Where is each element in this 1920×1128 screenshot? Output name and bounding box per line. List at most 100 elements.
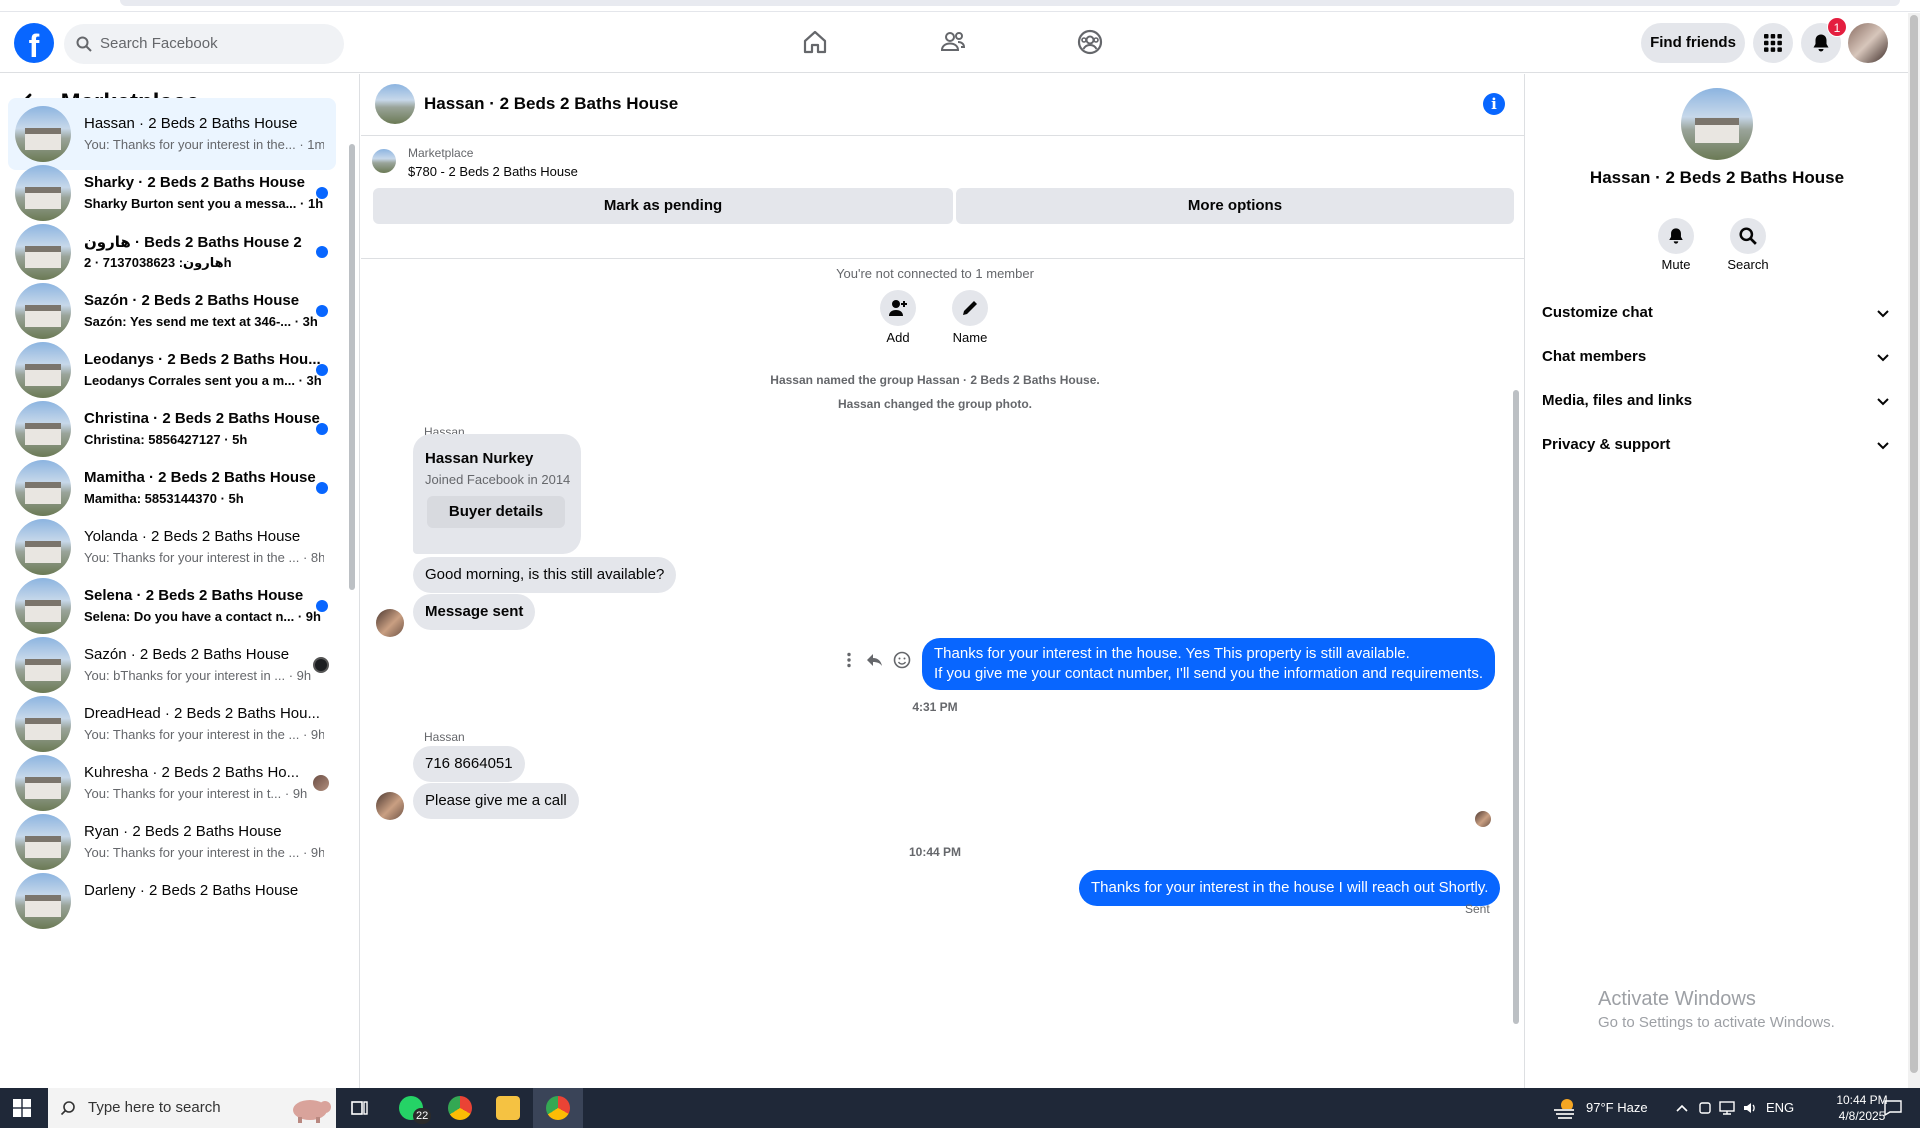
language-indicator[interactable]: ENG — [1766, 1088, 1794, 1128]
chat-list-scrollbar-thumb[interactable] — [349, 144, 355, 590]
edit-name-button[interactable] — [952, 290, 988, 326]
conversation-avatar — [15, 342, 71, 398]
system-message: Hassan named the group Hassan · 2 Beds 2… — [770, 373, 1100, 387]
page-scrollbar-thumb[interactable] — [1910, 15, 1918, 1073]
incoming-message[interactable]: Good morning, is this still available? — [413, 557, 677, 593]
volume-icon[interactable] — [1742, 1100, 1758, 1116]
address-bar-edge — [120, 0, 1900, 6]
friends-icon[interactable] — [939, 28, 967, 56]
taskbar-search-placeholder: Type here to search — [88, 1099, 221, 1116]
add-label: Add — [886, 330, 910, 345]
section-label: Customize chat — [1542, 304, 1653, 321]
conversation-preview: Mamitha: 5853144370 · 5h — [84, 491, 244, 506]
windows-taskbar: Type here to search 22 97°F Haze ENG 10:… — [0, 1088, 1920, 1128]
customize-chat-section[interactable]: Customize chat — [1542, 295, 1892, 331]
search-icon — [76, 36, 92, 52]
more-actions-icon[interactable] — [841, 652, 857, 668]
sender-avatar[interactable] — [376, 792, 404, 820]
weather-text[interactable]: 97°F Haze — [1586, 1088, 1648, 1128]
sender-avatar[interactable] — [376, 609, 404, 637]
conversation-name: Kuhresha · 2 Beds 2 Baths Ho... — [84, 764, 300, 781]
find-friends-button[interactable]: Find friends — [1641, 23, 1745, 63]
conversation-preview: You: Thanks for your interest in t... · … — [84, 786, 308, 801]
info-icon[interactable]: i — [1483, 93, 1505, 115]
incoming-message[interactable]: Please give me a call — [413, 783, 579, 819]
page-scrollbar[interactable] — [1908, 13, 1920, 1088]
conversation-preview: Leodanys Corrales sent you a m... · 3h — [84, 373, 322, 388]
search-facebook-input[interactable]: Search Facebook — [64, 24, 344, 64]
unread-dot — [316, 600, 328, 612]
chat-avatar[interactable] — [375, 84, 415, 124]
conversation-avatar — [15, 637, 71, 693]
listing-source: Marketplace — [408, 146, 474, 160]
conversation-avatar — [15, 755, 71, 811]
taskbar-search-input[interactable]: Type here to search — [48, 1088, 336, 1128]
system-message: Hassan changed the group photo. — [837, 397, 1032, 411]
browser-top-strip — [0, 0, 1920, 12]
conversation-preview: You: Thanks for your interest in the... … — [84, 137, 324, 152]
outgoing-message[interactable]: Thanks for your interest in the house. Y… — [922, 638, 1495, 690]
chat-scrollbar-thumb[interactable] — [1513, 390, 1519, 1024]
home-icon[interactable] — [801, 28, 829, 56]
network-icon[interactable] — [1718, 1100, 1736, 1116]
chrome-icon — [546, 1096, 570, 1120]
profile-avatar[interactable] — [1848, 23, 1888, 63]
outgoing-message[interactable]: Thanks for your interest in the house I … — [1079, 870, 1501, 906]
mark-as-pending-button[interactable]: Mark as pending — [373, 188, 953, 224]
seen-avatar — [1475, 811, 1491, 827]
media-files-links-section[interactable]: Media, files and links — [1542, 383, 1892, 419]
task-view-icon[interactable] — [350, 1098, 370, 1118]
notification-center-icon[interactable] — [1884, 1100, 1902, 1116]
conversation-avatar — [15, 814, 71, 870]
conversation-preview: Selena: Do you have a contact n... · 9h — [84, 609, 321, 624]
conversation-item[interactable]: Darleny · 2 Beds 2 Baths House — [8, 865, 336, 937]
chat-scrollbar[interactable] — [1511, 264, 1521, 1112]
reply-icon[interactable] — [866, 652, 884, 668]
privacy-support-section[interactable]: Privacy & support — [1542, 427, 1892, 463]
add-person-icon — [889, 300, 907, 316]
mute-button[interactable] — [1658, 218, 1694, 254]
conversation-name: Sazón · 2 Beds 2 Baths House — [84, 646, 290, 663]
incoming-message[interactable]: 716 8664051 — [413, 746, 525, 782]
group-avatar[interactable] — [1681, 88, 1753, 160]
chrome-icon[interactable] — [448, 1096, 472, 1120]
more-options-button[interactable]: More options — [956, 188, 1514, 224]
bell-icon — [1813, 34, 1829, 52]
buyer-details-button[interactable]: Buyer details — [427, 496, 565, 528]
conversation-preview: هارون: 7137038623 · 2h — [84, 255, 232, 270]
timestamp: 10:44 PM — [908, 845, 962, 859]
windows-start-icon[interactable] — [13, 1099, 31, 1117]
chat-header: Hassan · 2 Beds 2 Baths House i — [361, 74, 1525, 136]
listing-price-title[interactable]: $780 - 2 Beds 2 Baths House — [408, 164, 578, 179]
listing-thumbnail[interactable] — [372, 149, 396, 173]
outgoing-message-line: Thanks for your interest in the house. Y… — [934, 645, 1410, 662]
active-chrome-tab[interactable] — [533, 1088, 583, 1128]
conversation-avatar — [15, 106, 71, 162]
unread-dot — [316, 482, 328, 494]
conversation-name: Christina · 2 Beds 2 Baths House — [84, 410, 320, 427]
file-explorer-icon[interactable] — [496, 1096, 520, 1120]
facebook-logo[interactable]: f — [14, 23, 54, 63]
incoming-message[interactable]: Message sent — [413, 594, 536, 630]
conversation-preview: You: Thanks for your interest in the ...… — [84, 550, 324, 565]
groups-icon[interactable] — [1076, 28, 1104, 56]
chevron-down-icon — [1877, 442, 1889, 450]
meet-icon[interactable] — [1698, 1100, 1712, 1116]
section-label: Privacy & support — [1542, 436, 1671, 453]
chat-list-scrollbar[interactable] — [348, 124, 356, 1084]
pencil-icon — [963, 301, 977, 315]
add-member-button[interactable] — [880, 290, 916, 326]
search-icon — [60, 1101, 75, 1116]
chat-title[interactable]: Hassan · 2 Beds 2 Baths House — [424, 94, 678, 114]
buyer-card: Hassan Nurkey Joined Facebook in 2014 Bu… — [413, 434, 581, 554]
conversation-name: Yolanda · 2 Beds 2 Baths House — [84, 528, 301, 545]
chevron-up-icon[interactable] — [1675, 1102, 1689, 1114]
sender-name: Hassan — [424, 730, 465, 744]
menu-button[interactable] — [1753, 23, 1793, 63]
react-emoji-icon[interactable] — [893, 651, 911, 669]
search-in-chat-button[interactable] — [1730, 218, 1766, 254]
search-icon — [1739, 227, 1757, 245]
buyer-joined: Joined Facebook in 2014 — [425, 472, 571, 487]
chat-members-section[interactable]: Chat members — [1542, 339, 1892, 375]
mute-label: Mute — [1661, 257, 1691, 272]
